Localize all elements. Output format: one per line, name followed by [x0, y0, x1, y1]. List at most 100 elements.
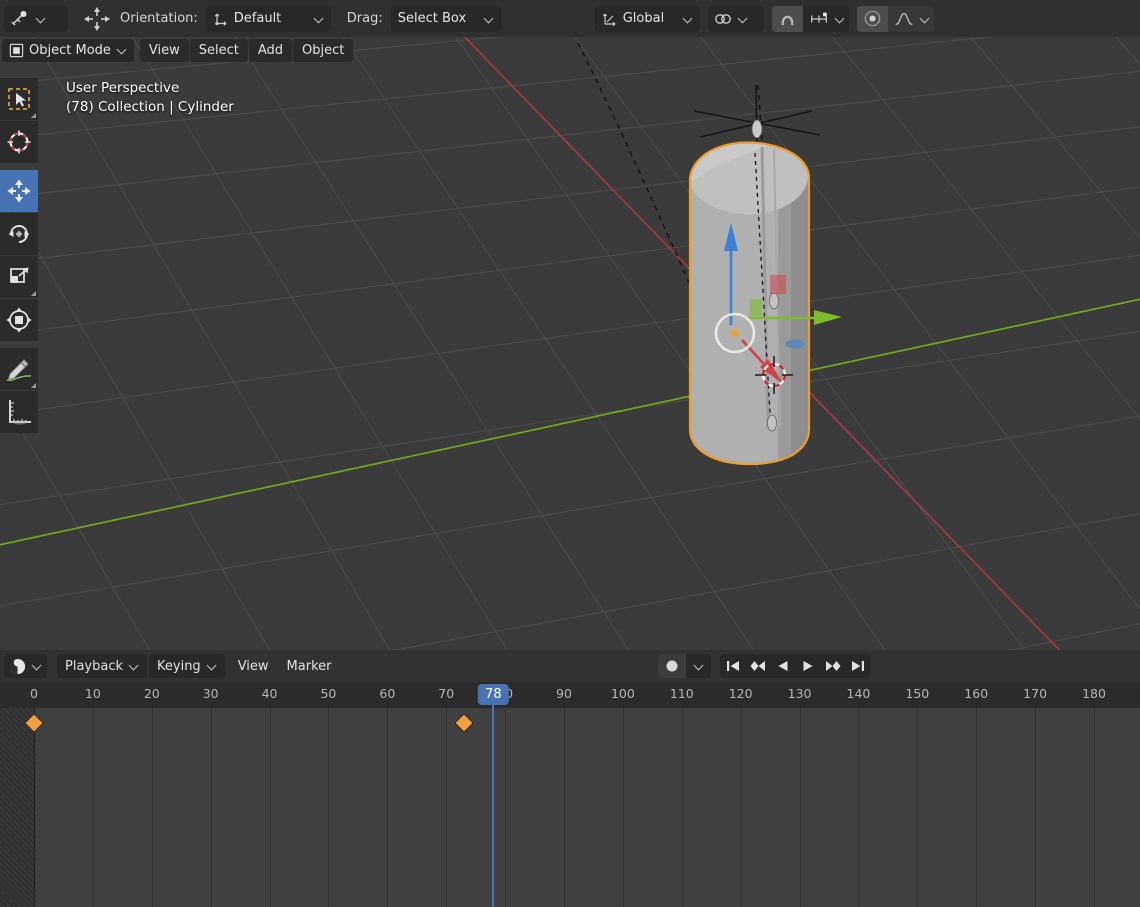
timeline-gridline	[92, 708, 94, 907]
chevron-down-icon	[314, 14, 324, 24]
current-frame-badge[interactable]: 78	[478, 684, 509, 705]
ruler-icon	[9, 400, 31, 425]
timeline-gridline	[151, 708, 153, 907]
drag-select[interactable]: Select Box	[390, 5, 501, 32]
gizmo-xy-plane	[785, 339, 805, 349]
timeline-gridline	[210, 708, 212, 907]
tool-scale[interactable]	[0, 256, 38, 298]
drag-label: Drag:	[346, 11, 383, 26]
object-origin	[731, 329, 739, 337]
ruler-tick-label: 110	[669, 686, 694, 701]
viewport-header: Object Mode View Select Add Object	[0, 37, 1140, 63]
timeline-marker-menu[interactable]: Marker	[278, 654, 341, 678]
ruler-tick-label: 160	[964, 686, 989, 701]
active-tool-selector[interactable]	[4, 5, 68, 32]
tool-submenu-indicator[interactable]	[31, 291, 36, 296]
orientation-select[interactable]: Default	[205, 5, 331, 32]
pencil-icon	[6, 359, 32, 382]
timeline-gridline	[564, 708, 565, 907]
keying-menu[interactable]: Keying	[149, 654, 225, 678]
jump-to-start-button[interactable]	[720, 654, 745, 678]
ruler-tick-label: 140	[846, 686, 871, 701]
record-button[interactable]	[658, 654, 686, 678]
proportional-edit-group	[856, 5, 934, 32]
cursor-tool-icon	[11, 10, 27, 26]
menu-view[interactable]: View	[139, 38, 189, 62]
snap-toggle-button[interactable]	[771, 5, 803, 32]
menu-view-label: View	[148, 42, 180, 58]
menu-object[interactable]: Object	[293, 38, 354, 62]
rotate-icon	[8, 225, 30, 243]
scale-icon	[10, 267, 29, 283]
chevron-down-icon	[32, 661, 42, 671]
snap-settings-dropdown[interactable]	[802, 5, 849, 32]
ruler-tick-label: 50	[320, 686, 337, 701]
auto-keying-dropdown[interactable]	[686, 654, 711, 678]
chevron-down-icon	[738, 14, 748, 24]
3d-viewport[interactable]: User Perspective (78) Collection | Cylin…	[0, 37, 1140, 650]
playhead-line[interactable]	[492, 708, 495, 907]
jump-to-end-button[interactable]	[845, 654, 870, 678]
timeline-track-area[interactable]	[0, 708, 1140, 907]
frame-start-line	[34, 708, 35, 907]
tool-rotate[interactable]	[0, 213, 38, 255]
keying-menu-label: Keying	[157, 658, 201, 674]
playback-menu[interactable]: Playback	[57, 654, 148, 678]
tool-measure[interactable]	[0, 391, 38, 433]
keyframe-marker[interactable]	[453, 713, 474, 733]
play-button[interactable]	[795, 654, 820, 678]
tool-cursor[interactable]	[0, 121, 38, 163]
chevron-down-icon	[129, 661, 139, 671]
timeline-marker-menu-label: Marker	[286, 658, 332, 674]
transform-mode-icon-group[interactable]	[82, 5, 112, 33]
timeline-gridline	[1035, 708, 1037, 907]
menu-add[interactable]: Add	[248, 38, 293, 62]
3d-cursor-icon	[7, 130, 31, 154]
menu-add-label: Add	[257, 42, 284, 58]
drag-value: Select Box	[397, 11, 467, 26]
mode-selector[interactable]: Object Mode	[2, 38, 134, 62]
tool-select-box[interactable]	[0, 78, 38, 120]
prev-keyframe-icon	[750, 661, 765, 671]
play-icon	[803, 661, 812, 671]
ruler-tick-label: 0	[30, 686, 38, 701]
timeline-ruler[interactable]: 0102030405060708090100110120130140150160…	[0, 682, 1140, 708]
ruler-tick-label: 70	[438, 686, 455, 701]
tool-submenu-indicator[interactable]	[31, 113, 36, 118]
proportional-falloff-dropdown[interactable]	[887, 5, 934, 32]
orientation-label: Orientation:	[120, 11, 198, 26]
editor-type-selector[interactable]	[4, 654, 47, 678]
timeline-view-menu[interactable]: View	[229, 654, 278, 678]
play-reverse-button[interactable]	[770, 654, 795, 678]
previous-keyframe-button[interactable]	[745, 654, 770, 678]
timeline-gridline	[622, 708, 624, 907]
next-keyframe-button[interactable]	[820, 654, 845, 678]
tool-annotate[interactable]	[0, 348, 38, 390]
global-orientation-icon	[602, 13, 616, 26]
transform-orientation-value: Global	[622, 11, 665, 26]
transform-orientation-select[interactable]: Global	[594, 5, 700, 32]
tool-transform[interactable]	[0, 299, 38, 341]
transform-icon	[6, 307, 32, 333]
menu-select-label: Select	[198, 42, 239, 58]
auto-keying-group	[658, 654, 711, 678]
timeline-gridline	[799, 708, 801, 907]
timeline-gridline	[446, 708, 448, 907]
ruler-tick-label: 40	[261, 686, 278, 701]
menu-select[interactable]: Select	[189, 38, 248, 62]
tool-submenu-indicator[interactable]	[31, 383, 36, 388]
timeline-gridline	[328, 708, 330, 907]
proportional-edit-toggle[interactable]	[856, 5, 888, 32]
orientation-value: Default	[233, 11, 282, 26]
ruler-tick-label: 120	[728, 686, 753, 701]
snap-target-select[interactable]	[707, 5, 764, 32]
select-box-icon	[8, 88, 30, 110]
menu-object-label: Object	[302, 42, 345, 58]
ruler-tick-label: 170	[1023, 686, 1048, 701]
tool-move[interactable]	[0, 170, 38, 212]
timeline-view-menu-label: View	[237, 658, 269, 674]
chevron-down-icon	[207, 661, 217, 671]
proportional-edit-icon	[864, 10, 881, 27]
timeline-gridline	[681, 708, 683, 907]
out-of-range-region	[0, 708, 34, 907]
